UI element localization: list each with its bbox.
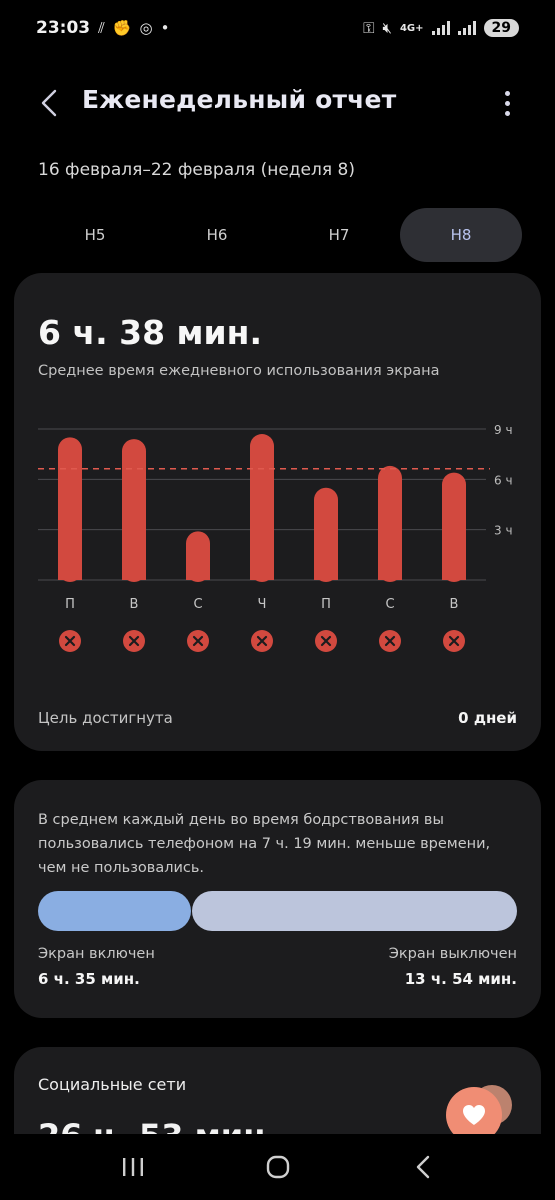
battery-indicator: 29: [483, 19, 519, 37]
chart-bar-base: [378, 570, 402, 580]
network-type: 4G+: [399, 22, 424, 34]
chart-bar: [122, 439, 146, 582]
battery-level: 29: [491, 20, 511, 36]
chart-bar-base: [442, 570, 466, 580]
more-vertical-icon: [504, 90, 510, 96]
screen-on-value: 6 ч. 35 мин.: [38, 970, 140, 988]
signal-strength-icon: ⫽: [98, 19, 105, 37]
chart-bar-base: [250, 570, 274, 580]
x-tick-label: С: [385, 597, 394, 612]
awake-usage-text: В среднем каждый день во время бодрствов…: [38, 812, 491, 876]
x-tick-label: В: [130, 597, 139, 612]
x-tick-label: Ч: [258, 597, 267, 612]
system-nav-bar: [0, 1134, 555, 1200]
screen-off-bar: [192, 891, 517, 931]
chevron-left-icon: [41, 89, 57, 117]
mute-icon: 🔇︎: [382, 19, 392, 37]
home-button[interactable]: [248, 1147, 308, 1187]
check-circle-icon: ◎: [139, 19, 153, 37]
average-usage-label: Среднее время ежедневного использования …: [38, 363, 440, 379]
y-tick-label: 6 ч: [494, 473, 513, 487]
week-range: 16 февраля–22 февраля (неделя 8): [38, 160, 355, 180]
goal-label: Цель достигнута: [38, 709, 173, 727]
more-vertical-icon-dot: [504, 100, 510, 106]
x-tick-label: П: [65, 597, 75, 612]
chart-bar-base: [314, 570, 338, 580]
x-tick-label: П: [321, 597, 331, 612]
awake-usage-card: В среднем каждый день во время бодрствов…: [14, 780, 541, 1018]
more-options-button[interactable]: [495, 86, 519, 120]
recents-button[interactable]: [103, 1147, 163, 1187]
system-back-button[interactable]: [393, 1147, 453, 1187]
chart-bar: [250, 434, 274, 582]
back-button[interactable]: [34, 84, 64, 122]
usage-card[interactable]: 6 ч. 38 мин. Среднее время ежедневного и…: [14, 273, 541, 751]
chart-bar-base: [58, 570, 82, 580]
home-icon: [266, 1155, 289, 1179]
average-usage-time: 6 ч. 38 мин.: [38, 313, 262, 352]
tab-week-7[interactable]: Н7: [278, 208, 400, 262]
status-time: 23:03: [36, 18, 91, 38]
usage-chart: 9 ч 6 ч 3 ч П В С Ч П С В: [38, 423, 513, 652]
tab-week-6[interactable]: Н6: [156, 208, 278, 262]
dot-icon: •: [160, 19, 170, 37]
week-tabs: Н5 Н6 Н7 Н8: [34, 208, 522, 262]
more-vertical-icon-dot: [504, 110, 510, 116]
key-icon: ⚿: [363, 19, 375, 37]
cell-signal-icon: [431, 21, 450, 35]
recents-icon: [122, 1158, 143, 1176]
chart-bar: [314, 487, 338, 582]
y-tick-label: 9 ч: [494, 423, 513, 437]
heart-icon: [463, 1105, 485, 1125]
social-title: Социальные сети: [38, 1075, 187, 1094]
x-tick-label: В: [450, 597, 459, 612]
y-tick-label: 3 ч: [494, 524, 513, 538]
tab-week-8[interactable]: Н8: [400, 208, 522, 262]
status-bar: 23:03 ⫽ ✊ ◎ • ⚿ 🔇︎ 4G+ 29: [0, 0, 555, 56]
screen-off-value: 13 ч. 54 мин.: [404, 970, 517, 988]
chart-bar-base: [122, 570, 146, 580]
screen-off-label: Экран выключен: [388, 946, 517, 962]
page-title: Еженедельный отчет: [82, 85, 397, 114]
screen-on-label: Экран включен: [38, 946, 155, 962]
x-tick-label: С: [193, 597, 202, 612]
chart-bar: [442, 472, 466, 582]
chart-bar: [58, 437, 82, 582]
chart-bar-base: [186, 570, 210, 580]
back-icon: [416, 1155, 429, 1179]
goal-value: 0 дней: [458, 709, 517, 727]
cell-signal-2-icon: [457, 21, 476, 35]
screen-on-bar: [38, 891, 191, 931]
tab-week-5[interactable]: Н5: [34, 208, 156, 262]
app-bar: Еженедельный отчет: [0, 78, 555, 128]
chart-bar: [378, 465, 402, 582]
fist-icon: ✊: [112, 19, 132, 37]
